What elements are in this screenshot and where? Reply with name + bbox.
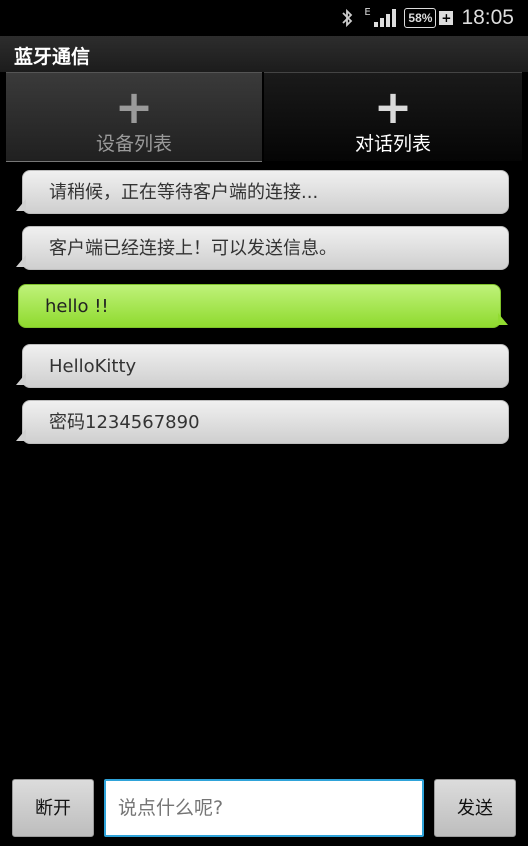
- message-bubble-received: HelloKitty: [16, 344, 509, 388]
- battery-indicator: 58% +: [404, 8, 454, 28]
- message-bubble-received: 密码1234567890: [16, 400, 509, 444]
- plus-icon: +: [373, 80, 413, 134]
- battery-percent: 58%: [404, 8, 437, 28]
- plus-icon: +: [114, 80, 154, 134]
- status-bar: E 58% + 18:05: [0, 0, 528, 36]
- tab-device-list[interactable]: + 设备列表: [6, 72, 262, 162]
- send-button[interactable]: 发送: [434, 779, 516, 837]
- status-clock: 18:05: [461, 6, 514, 29]
- message-input[interactable]: [104, 779, 424, 837]
- battery-charging-icon: +: [439, 11, 454, 25]
- app-title: 蓝牙通信: [14, 46, 91, 68]
- compose-bar: 断开 发送: [0, 768, 528, 846]
- message-bubble-received: 请稍候，正在等待客户端的连接...: [16, 170, 509, 214]
- tab-chat-list[interactable]: + 对话列表: [264, 72, 522, 161]
- tab-device-list-label: 设备列表: [95, 133, 172, 155]
- bluetooth-icon: [340, 7, 354, 29]
- message-bubble-sent: hello !!: [18, 284, 508, 328]
- message-bubble-received: 客户端已经连接上！可以发送信息。: [16, 226, 509, 270]
- network-type-label: E: [364, 7, 371, 18]
- signal-icon: E: [362, 7, 397, 29]
- status-icons: E 58% + 18:05: [340, 0, 514, 36]
- app-bar: 蓝牙通信: [0, 36, 528, 72]
- tab-chat-list-label: 对话列表: [354, 133, 431, 155]
- tab-bar: + 设备列表 + 对话列表: [0, 72, 528, 162]
- disconnect-button[interactable]: 断开: [12, 779, 94, 837]
